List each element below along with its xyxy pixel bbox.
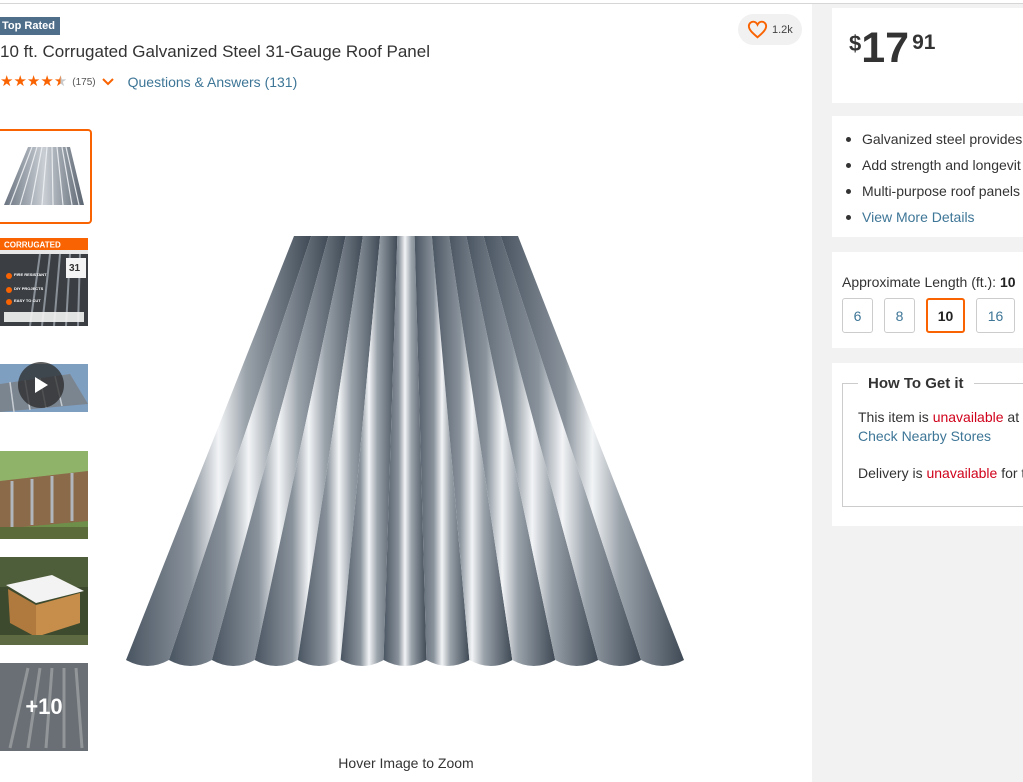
- length-option-16[interactable]: 16: [976, 298, 1015, 333]
- view-more-details-link[interactable]: View More Details: [862, 204, 975, 230]
- favorite-count: 1.2k: [772, 23, 793, 36]
- heart-icon: [747, 20, 768, 39]
- length-options: 6 8 10 16: [842, 298, 1023, 333]
- questions-answers-link[interactable]: Questions & Answers (131): [128, 74, 298, 90]
- thumbnail-roof-panel[interactable]: [0, 129, 92, 224]
- length-option-6[interactable]: 6: [842, 298, 873, 333]
- how-to-get-card: How To Get it This item is unavailable a…: [832, 363, 1023, 526]
- price-cents: 91: [912, 31, 936, 54]
- check-nearby-stores-link[interactable]: Check Nearby Stores: [858, 428, 991, 444]
- play-icon: [35, 377, 48, 393]
- thumbnail-package[interactable]: CORRUGATED 31 FIRE RESISTANT DIY PROJECT…: [0, 238, 88, 326]
- delivery-availability: Delivery is unavailable for t: [858, 465, 1023, 481]
- price: $ 17 91: [849, 26, 935, 70]
- package-feature-text: EASY TO CUT: [14, 298, 41, 303]
- star-icon: ★: [0, 73, 14, 90]
- price-currency: $: [849, 31, 862, 56]
- delivery-availability-suffix: for t: [1001, 465, 1023, 481]
- bullet-icon: [846, 162, 851, 168]
- product-title: 10 ft. Corrugated Galvanized Steel 31-Ga…: [0, 42, 430, 61]
- star-rating[interactable]: ★ ★ ★ ★ ★: [0, 74, 67, 90]
- length-option-8[interactable]: 8: [884, 298, 915, 333]
- how-to-get-box: [842, 383, 1023, 507]
- view-more-item: View More Details: [846, 204, 1022, 230]
- highlights-list: Galvanized steel provides Add strength a…: [846, 126, 1022, 230]
- length-label: Approximate Length (ft.):: [842, 274, 997, 290]
- thumbnail-more[interactable]: +10: [0, 663, 88, 751]
- top-rated-badge: Top Rated: [0, 17, 60, 35]
- thumbnail-video[interactable]: [0, 344, 88, 432]
- main-product-image[interactable]: [122, 232, 688, 672]
- price-card: $ 17 91: [832, 8, 1023, 103]
- length-selected-value: 10: [999, 274, 1016, 290]
- favorite-button[interactable]: 1.2k: [738, 14, 802, 45]
- how-to-get-title: How To Get it: [858, 375, 974, 392]
- length-label-row: Approximate Length (ft.): 10: [842, 274, 1016, 290]
- more-images-count: +10: [0, 663, 88, 751]
- highlight-item: Galvanized steel provides: [846, 126, 1022, 152]
- star-icon: ★: [13, 73, 27, 90]
- highlight-item: Multi-purpose roof panels: [846, 178, 1022, 204]
- delivery-availability-prefix: Delivery is: [858, 465, 923, 481]
- play-button[interactable]: [18, 362, 64, 408]
- length-option-10[interactable]: 10: [926, 298, 965, 333]
- rating-row: ★ ★ ★ ★ ★ (175) Questions & Answers (131…: [0, 73, 297, 91]
- star-half-icon: ★: [53, 73, 68, 90]
- price-dollars: 17: [861, 24, 910, 72]
- bullet-icon: [846, 188, 851, 194]
- length-selector-card: Approximate Length (ft.): 10 6 8 10 16: [832, 252, 1023, 348]
- package-banner-text: CORRUGATED: [4, 241, 61, 250]
- store-status: unavailable: [932, 409, 1004, 425]
- thumbnail-shed[interactable]: [0, 557, 88, 645]
- review-count[interactable]: (175): [72, 77, 95, 88]
- highlight-text: Multi-purpose roof panels: [862, 183, 1020, 199]
- star-icon: ★: [26, 73, 41, 90]
- package-feature-text: FIRE RESISTANT: [14, 272, 47, 277]
- thumbnail-fence[interactable]: [0, 451, 88, 539]
- highlight-text: Add strength and longevit: [862, 157, 1021, 173]
- store-availability-suffix: at: [1007, 409, 1020, 425]
- star-icon: ★: [40, 73, 54, 90]
- chevron-down-icon[interactable]: [101, 78, 114, 86]
- package-feature-text: DIY PROJECTS: [14, 286, 44, 291]
- package-gauge-text: 31: [69, 263, 81, 274]
- bullet-icon: [846, 214, 851, 220]
- highlights-card: Galvanized steel provides Add strength a…: [832, 116, 1023, 237]
- bullet-icon: [846, 136, 851, 142]
- store-availability-prefix: This item is: [858, 409, 929, 425]
- hover-zoom-hint: Hover Image to Zoom: [338, 755, 474, 771]
- store-availability: This item is unavailable at: [858, 409, 1019, 425]
- highlight-text: Galvanized steel provides: [862, 131, 1023, 147]
- highlight-item: Add strength and longevit: [846, 152, 1022, 178]
- delivery-status: unavailable: [926, 465, 998, 481]
